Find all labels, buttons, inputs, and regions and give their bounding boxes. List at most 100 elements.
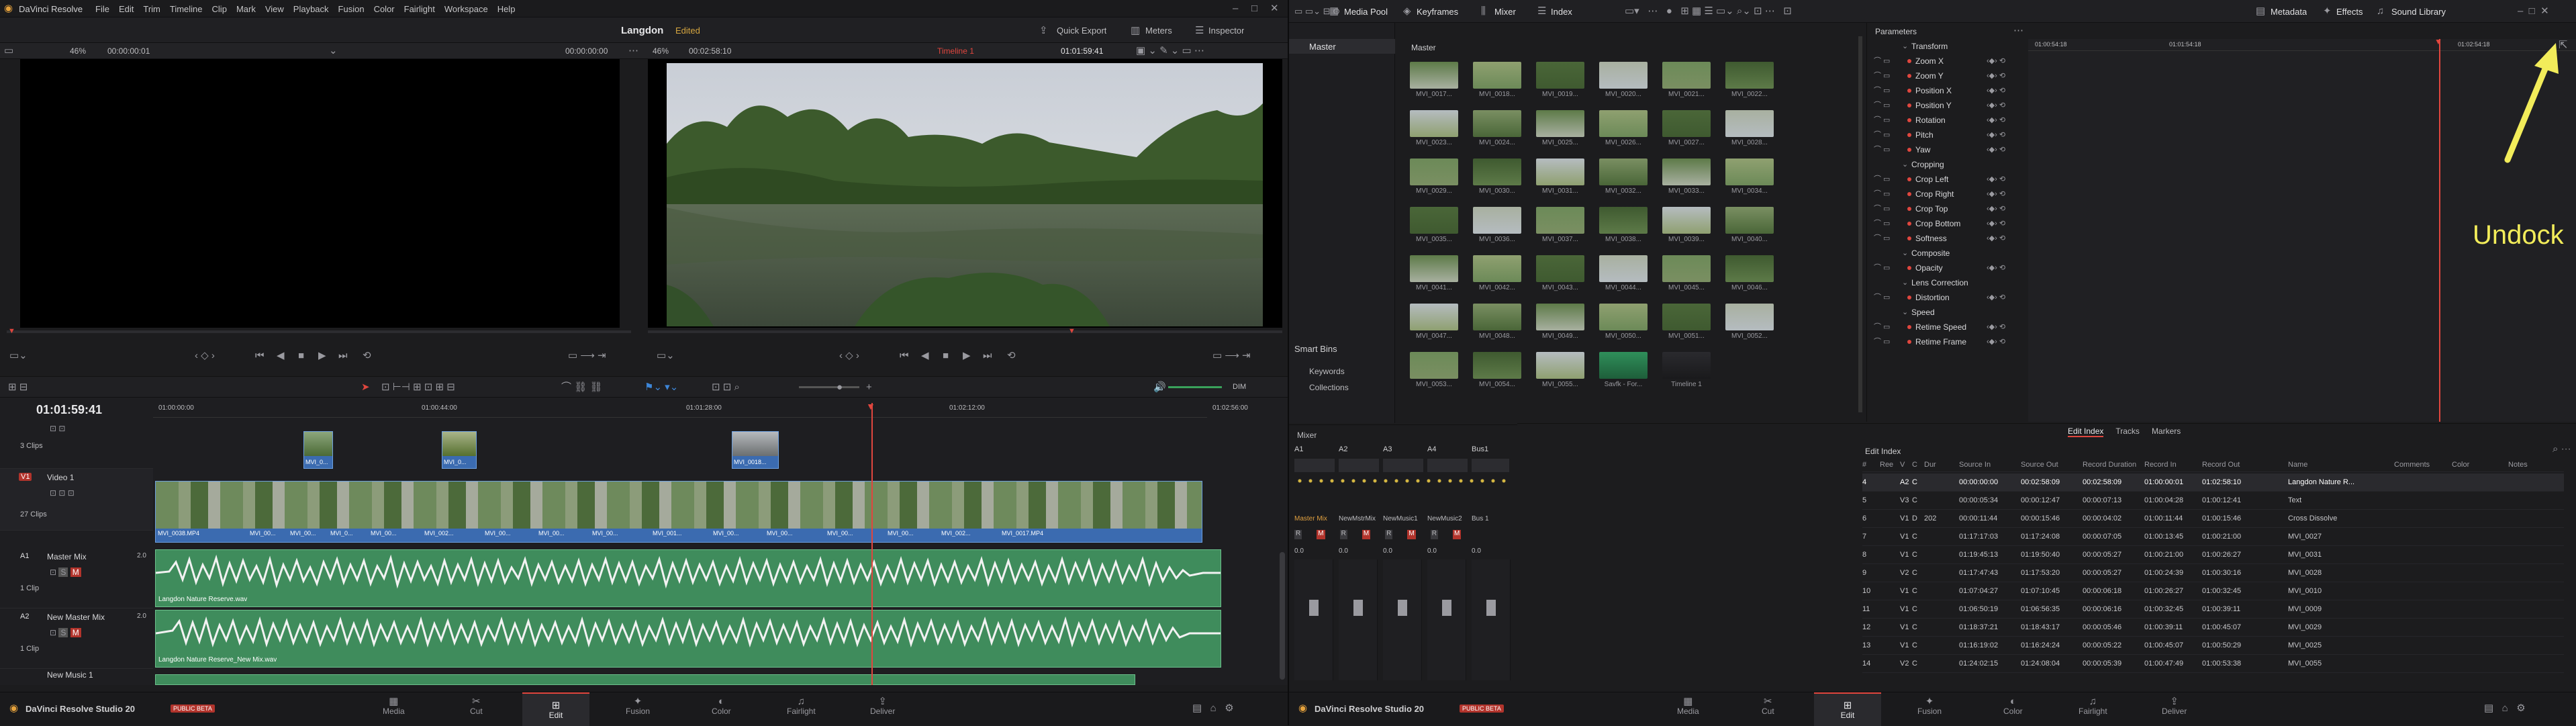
table-row[interactable]: 5 V3 C 00:00:05:34 00:00:12:47 00:00:07:13 01:… [1862, 492, 2564, 510]
media-pool-clip[interactable]: MVI_0054... [1473, 352, 1521, 388]
audio-clip-a2[interactable]: Langdon Nature Reserve_New Mix.wav [155, 610, 1221, 668]
parameter-row[interactable]: ⌒ ▭ Pitch ‹◆› ⟲ [1867, 128, 2025, 142]
media-pool-clip[interactable]: MVI_0041... [1410, 255, 1458, 291]
media-pool-clip[interactable]: MVI_0055... [1536, 352, 1584, 388]
metadata-button[interactable]: Metadata [2271, 7, 2307, 17]
keyframe-nav-icon[interactable]: ‹◆› ⟲ [1987, 131, 2005, 139]
keyframe-nav-icon[interactable]: ‹◆› ⟲ [1987, 205, 2005, 213]
parameter-row[interactable]: ⌒ ▭ Opacity ‹◆› ⟲ [1867, 261, 2025, 275]
parameter-row[interactable]: ⌒ ▭ Rotation ‹◆› ⟲ [1867, 113, 2025, 128]
table-row[interactable]: 6 V1 D 202 00:00:11:44 00:00:15:46 00:00:04:02… [1862, 510, 2564, 528]
page-deliver[interactable]: ⇪ Deliver [2162, 696, 2187, 716]
source-clip-icon[interactable]: ▭⌄ [9, 351, 28, 361]
keyframe-curve-icon[interactable]: ⌒ ▭ [1874, 323, 1890, 331]
media-pool-clip[interactable]: MVI_0048... [1473, 304, 1521, 340]
pool-scrollbar[interactable] [1858, 36, 1862, 412]
chevron-down-icon[interactable]: ⌄ [1902, 42, 1908, 50]
media-pool-clip[interactable]: Timeline 1 [1662, 352, 1711, 388]
quick-export-button[interactable]: Quick Export [1057, 26, 1106, 36]
column-header[interactable]: Ree [1880, 461, 1897, 469]
timeline-jog-icon[interactable]: ‹ ◇ › [839, 351, 859, 361]
page-color[interactable]: ◐ Color [2003, 696, 2023, 716]
keyframe-nav-icon[interactable]: ‹◆› ⟲ [1987, 72, 2005, 80]
source-viewer[interactable] [20, 59, 620, 328]
media-pool-button[interactable]: Media Pool [1344, 7, 1388, 17]
media-pool-clip[interactable]: MVI_0051... [1662, 304, 1711, 340]
column-header[interactable]: Comments [2394, 461, 2449, 469]
table-row[interactable]: 11 V1 C 01:06:50:19 01:06:56:35 00:00:06:16 01… [1862, 600, 2564, 619]
keyframes-button[interactable]: Keyframes [1417, 7, 1458, 17]
close-icon[interactable]: ✕ [1270, 3, 1279, 13]
parameter-row[interactable]: ⌒ ▭ Softness ‹◆› ⟲ [1867, 231, 2025, 246]
timeline-play-icon[interactable]: ▶ [963, 351, 971, 361]
keyframe-curve-icon[interactable]: ⌒ ▭ [1874, 146, 1890, 154]
media-pool-clip[interactable]: MVI_0047... [1410, 304, 1458, 340]
menu-workspace[interactable]: Workspace [444, 4, 488, 14]
media-pool-clip[interactable]: MVI_0030... [1473, 158, 1521, 195]
edit-tools-icon[interactable]: ⊡ ⊢⊣ ⊞ ⊡ ⊞ ⊟ [381, 382, 455, 392]
media-pool-clip[interactable]: MVI_0039... [1662, 207, 1711, 243]
column-header[interactable]: Name [2288, 461, 2391, 469]
table-row[interactable]: 7 V1 C 01:17:17:03 01:17:24:08 00:00:07:05 01:… [1862, 528, 2564, 546]
zoom-icon[interactable]: ⊡ ⊡ ⌕ [712, 382, 740, 392]
flag-icon[interactable]: ⚑⌄ ▾⌄ [645, 382, 678, 392]
track-controls-icon[interactable]: ⊡ ⊡ [50, 424, 65, 433]
media-pool-clip[interactable]: MVI_0019... [1536, 62, 1584, 98]
parameter-row[interactable]: ⌒ ▭ Position X ‹◆› ⟲ [1867, 83, 2025, 98]
media-pool-clip[interactable]: MVI_0046... [1725, 255, 1774, 291]
snap-icon[interactable]: ⌒ ⛓ ⛓ [561, 382, 602, 392]
zoom-in-icon[interactable]: + [866, 382, 872, 392]
chevron-down-icon[interactable]: ⌄ [1902, 161, 1908, 169]
source-zoom[interactable]: 46% [70, 46, 86, 56]
media-pool-clip[interactable]: MVI_0024... [1473, 110, 1521, 146]
selection-tool-icon[interactable]: ➤ [361, 382, 370, 392]
bin-master[interactable]: Master [1289, 39, 1395, 54]
menu-clip[interactable]: Clip [212, 4, 227, 14]
playhead-marker-icon[interactable]: ▼ [866, 402, 875, 411]
media-pool-clip[interactable]: MVI_0042... [1473, 255, 1521, 291]
table-row[interactable]: 9 V2 C 01:17:47:43 01:17:53:20 00:00:05:27 01:… [1862, 564, 2564, 582]
timeline-go-end-icon[interactable]: ⏭ [983, 351, 992, 361]
keyframe-nav-icon[interactable]: ‹◆› ⟲ [1987, 101, 2005, 109]
column-header[interactable]: Dur [1924, 461, 1956, 469]
parameter-row[interactable]: ⌒ ▭ Zoom X ‹◆› ⟲ [1867, 54, 2025, 69]
keyframe-curve-icon[interactable]: ⌒ ▭ [1874, 264, 1890, 272]
settings-icons[interactable]: ▤ ⌂ ⚙ [2484, 703, 2526, 713]
media-pool-clip[interactable]: MVI_0020... [1599, 62, 1648, 98]
media-pool-clip[interactable]: MVI_0029... [1410, 158, 1458, 195]
dim-button[interactable]: DIM [1233, 383, 1246, 391]
fader-a1[interactable] [1294, 559, 1333, 680]
parameter-row[interactable]: ⌒ ▭ Crop Right ‹◆› ⟲ [1867, 187, 2025, 201]
timeline-ruler[interactable]: 01:00:00:00 01:00:44:00 01:01:28:00 01:0… [153, 403, 1248, 418]
parameter-group[interactable]: ⌄ Speed [1867, 305, 2025, 320]
volume-slider[interactable] [1168, 386, 1222, 388]
page-fairlight[interactable]: ♫ Fairlight [2079, 696, 2107, 716]
page-edit[interactable]: ⊞ Edit [1814, 692, 1881, 726]
keyframe-curve-icon[interactable]: ⌒ ▭ [1874, 234, 1890, 242]
mixer-mute-solo[interactable]: RM RM RM RM [1294, 530, 1496, 539]
keyframe-curve-icon[interactable]: ⌒ ▭ [1874, 190, 1890, 198]
chevron-down-icon[interactable]: ⌄ [329, 46, 338, 56]
media-pool-clip[interactable]: MVI_0031... [1536, 158, 1584, 195]
parameter-row[interactable]: ⌒ ▭ Retime Frame ‹◆› ⟲ [1867, 334, 2025, 349]
table-row[interactable]: 14 V2 C 01:24:02:15 01:24:08:04 00:00:05:39 01… [1862, 655, 2564, 673]
menu-view[interactable]: View [265, 4, 284, 14]
media-pool-clip[interactable]: MVI_0023... [1410, 110, 1458, 146]
menu-playback[interactable]: Playback [293, 4, 329, 14]
chevron-down-icon[interactable]: ⌄ [1902, 249, 1908, 257]
column-header[interactable]: Source Out [2021, 461, 2080, 469]
media-pool-clip[interactable]: MVI_0021... [1662, 62, 1711, 98]
column-header[interactable]: Source In [1959, 461, 2018, 469]
column-header[interactable]: C [1912, 461, 1921, 469]
minimize-icon[interactable]: – [1233, 3, 1238, 13]
media-pool-clip[interactable]: MVI_0050... [1599, 304, 1648, 340]
mixer-button[interactable]: Mixer [1494, 7, 1516, 17]
keyframe-nav-icon[interactable]: ‹◆› ⟲ [1987, 175, 2005, 183]
media-pool-clip[interactable]: MVI_0034... [1725, 158, 1774, 195]
page-fairlight[interactable]: ♫ Fairlight [787, 696, 816, 716]
media-pool-clip[interactable]: MVI_0026... [1599, 110, 1648, 146]
timeline-clip[interactable]: MVI_0... [442, 431, 477, 469]
parameter-row[interactable]: ⌒ ▭ Yaw ‹◆› ⟲ [1867, 142, 2025, 157]
column-header[interactable]: Notes [2508, 461, 2561, 469]
keyframe-curve-icon[interactable]: ⌒ ▭ [1874, 220, 1890, 228]
